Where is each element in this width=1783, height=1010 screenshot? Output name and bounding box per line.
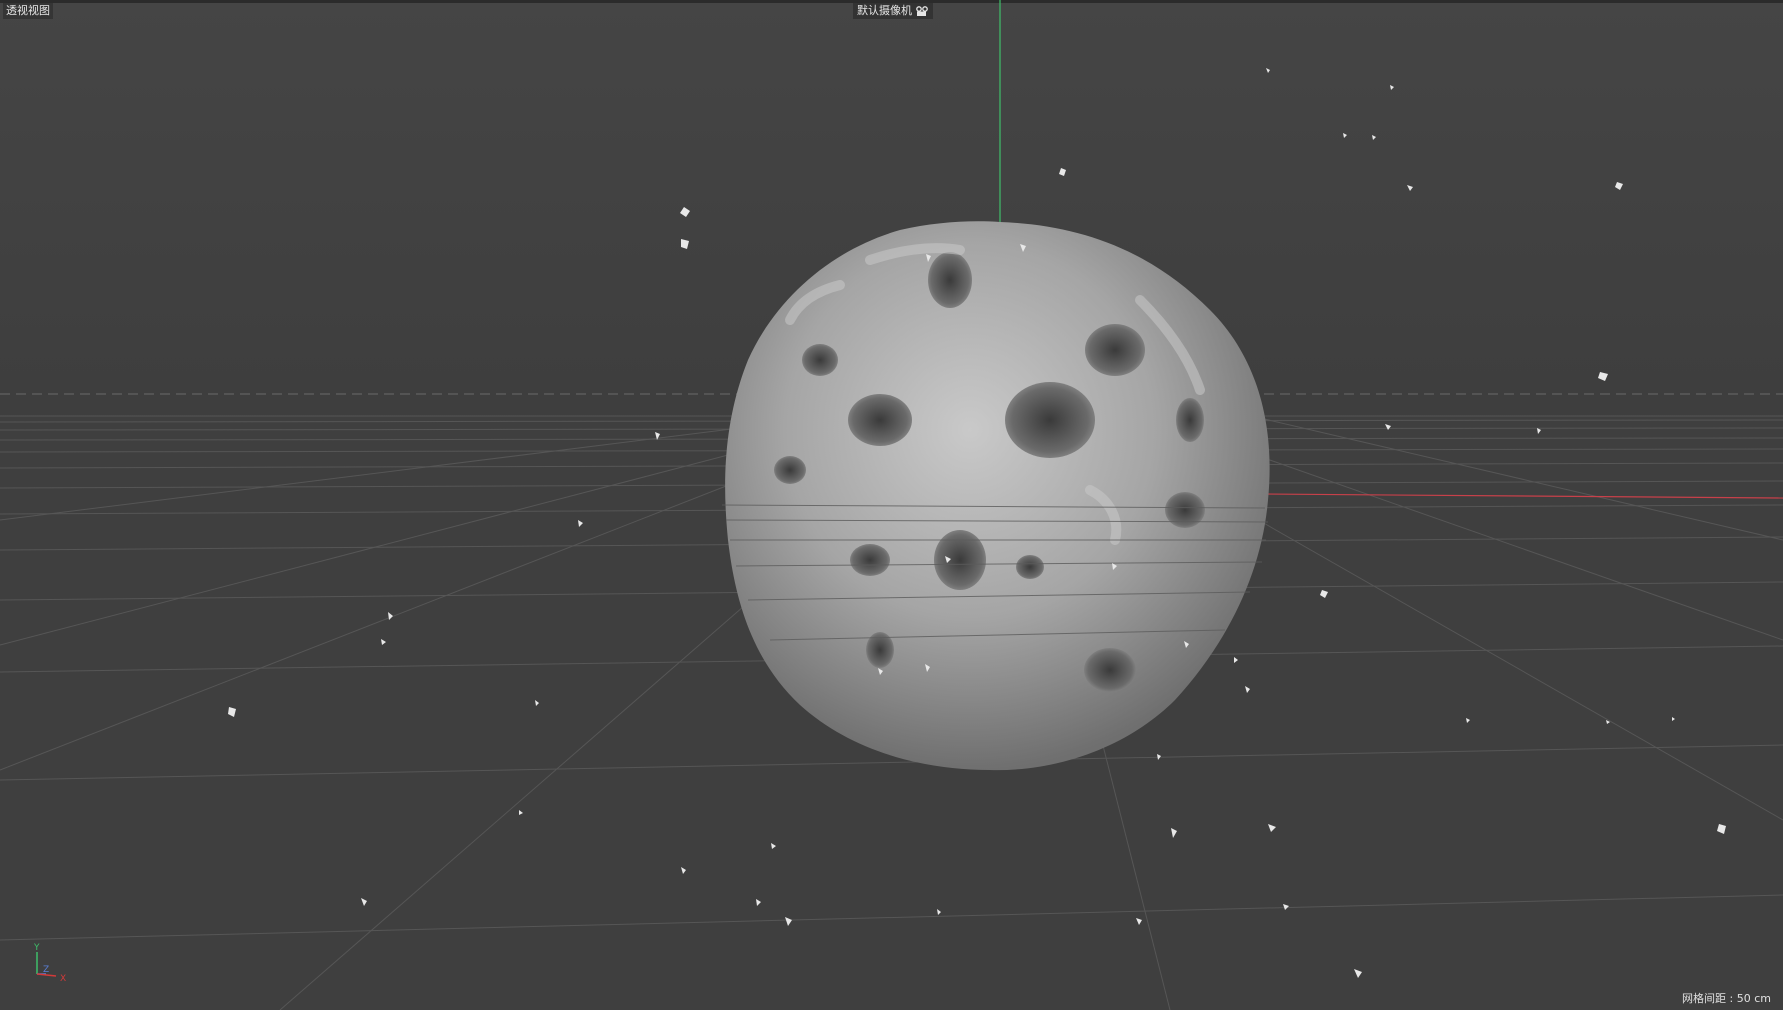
- axis-gizmo: Y Z X: [33, 943, 66, 982]
- view-name-label[interactable]: 透视视图: [3, 3, 53, 19]
- camera-icon: [916, 6, 928, 16]
- camera-name: 默认摄像机: [857, 4, 912, 17]
- camera-selector[interactable]: 默认摄像机: [853, 3, 933, 19]
- grid-spacing-label: 网格间距 : 50 cm: [1682, 992, 1771, 1005]
- y-axis-label: Y: [33, 943, 40, 953]
- x-axis-label: X: [60, 974, 66, 982]
- 3d-viewport[interactable]: 透视视图 默认摄像机 Y Z X 网格间距 : 50 cm: [0, 0, 1783, 1010]
- z-axis-label: Z: [43, 965, 49, 975]
- viewport-scene[interactable]: [0, 0, 1783, 1010]
